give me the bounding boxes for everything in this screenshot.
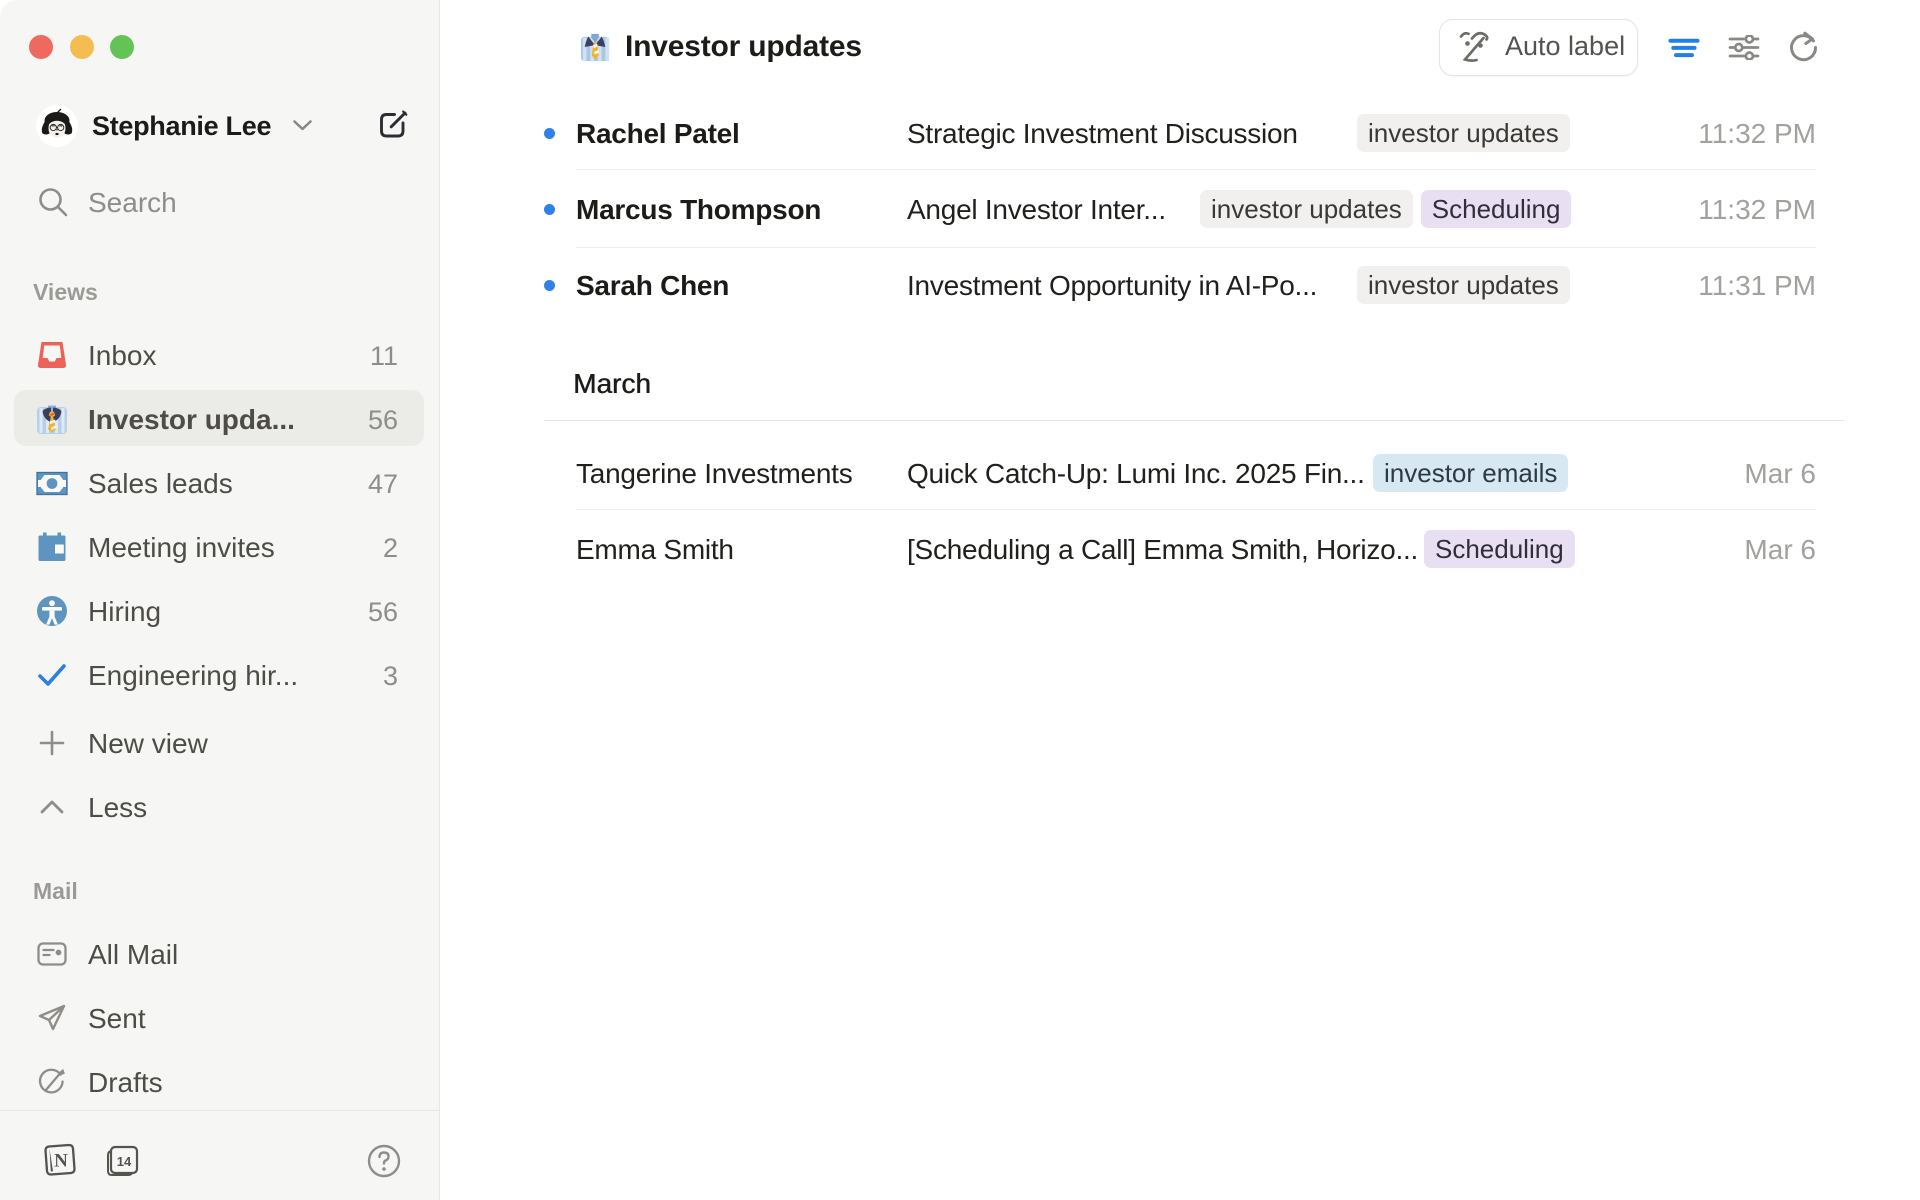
svg-text:N: N (54, 1151, 68, 1172)
svg-text:14: 14 (117, 1154, 132, 1169)
